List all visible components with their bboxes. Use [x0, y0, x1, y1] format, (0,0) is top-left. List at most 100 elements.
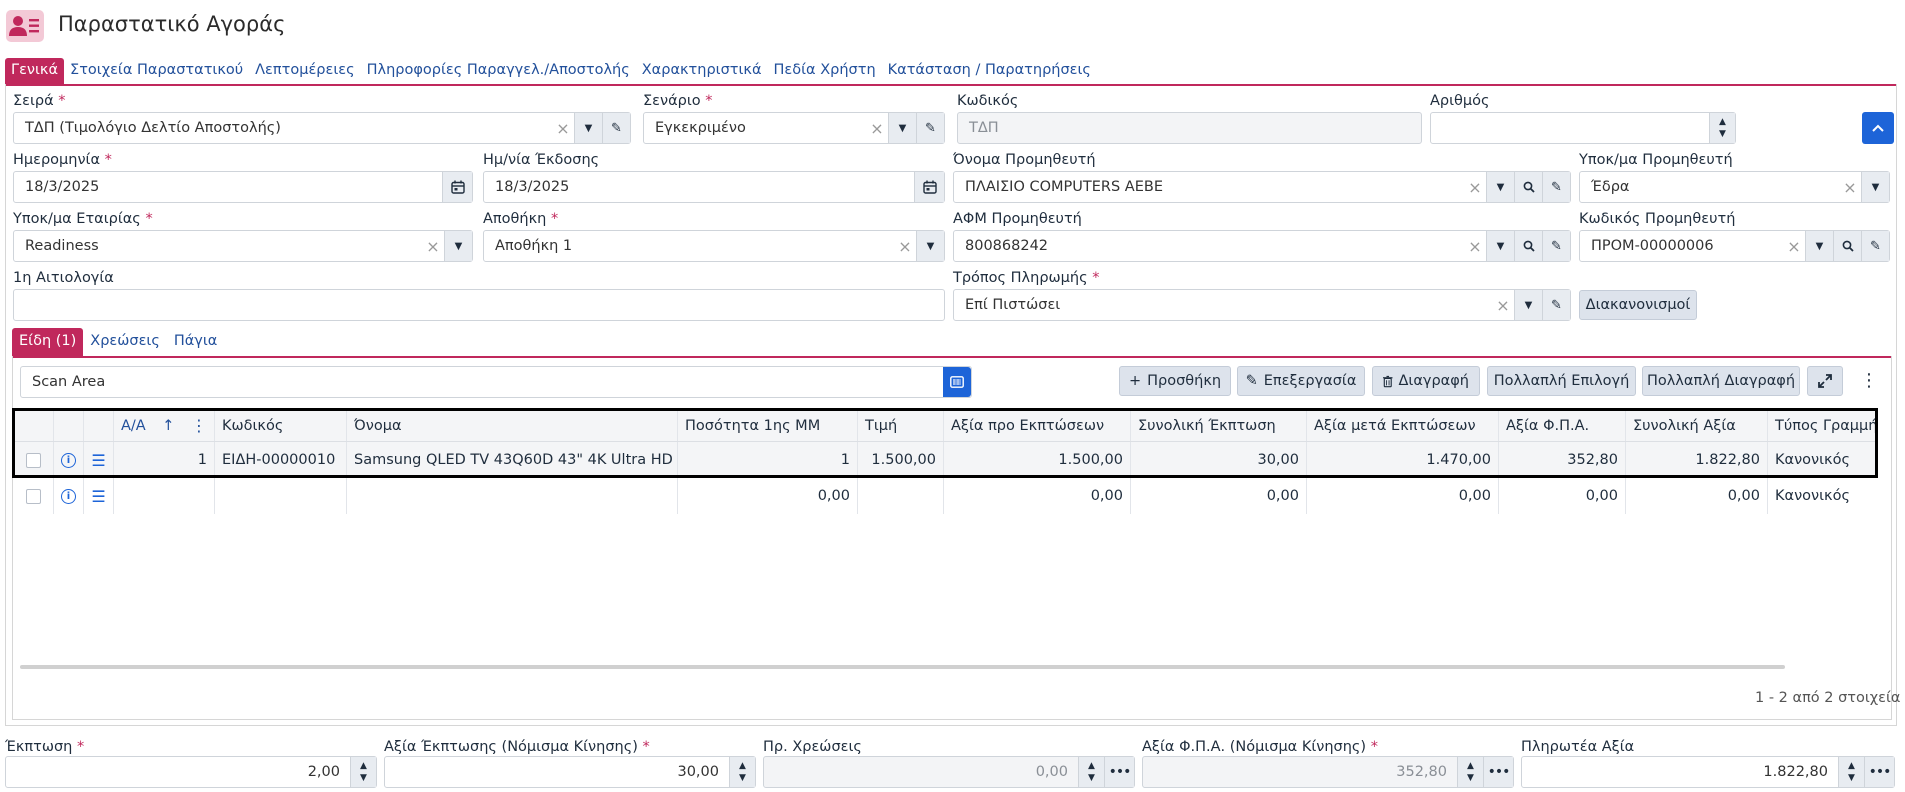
calendar-icon[interactable] — [914, 172, 944, 202]
code-value: ΤΔΠ — [969, 120, 999, 136]
chevron-down-icon[interactable]: ▼ — [1486, 172, 1514, 202]
clear-icon[interactable]: × — [1464, 172, 1486, 202]
clear-icon[interactable]: × — [866, 113, 888, 143]
scenario-field[interactable]: Εγκεκριμένο × ▼ ✎ — [643, 112, 945, 144]
tab-order-shipping[interactable]: Πληροφορίες Παραγγελ./Αποστολής — [361, 58, 636, 84]
stepper-icon[interactable]: ▲ ▼ — [729, 757, 755, 787]
reason-field[interactable] — [13, 289, 945, 321]
clear-icon[interactable]: × — [894, 231, 916, 261]
subtab-assets[interactable]: Πάγια — [167, 328, 225, 356]
selected-row-highlight — [12, 408, 1878, 478]
row-checkbox[interactable] — [14, 478, 54, 514]
more-horizontal-icon[interactable]: ••• — [1864, 757, 1894, 787]
more-vertical-icon[interactable]: ⋮ — [1860, 370, 1878, 391]
chevron-down-icon[interactable]: ▼ — [444, 231, 472, 261]
delete-button[interactable]: Διαγραφή — [1372, 366, 1480, 396]
supplier-code-field[interactable]: ΠΡΟΜ-00000006 × ▼ ✎ — [1579, 230, 1890, 262]
stepper-icon[interactable]: ▲ ▼ — [1838, 757, 1864, 787]
extra-charges-label: Πρ. Χρεώσεις — [763, 739, 862, 755]
search-icon[interactable] — [1514, 172, 1542, 202]
supplier-name-field[interactable]: ΠΛΑΙΣΙΟ COMPUTERS AEBE × ▼ ✎ — [953, 171, 1571, 203]
tab-general[interactable]: Γενικά — [5, 58, 65, 84]
warehouse-field[interactable]: Αποθήκη 1 × ▼ — [483, 230, 945, 262]
discount-amount-field[interactable]: 30,00 ▲ ▼ — [384, 756, 756, 788]
chevron-down-icon[interactable]: ▼ — [888, 113, 916, 143]
tab-details[interactable]: Λεπτομέρειες — [249, 58, 360, 84]
more-horizontal-icon[interactable]: ••• — [1483, 757, 1513, 787]
chevron-down-icon[interactable]: ▼ — [574, 113, 602, 143]
tab-user-fields[interactable]: Πεδία Χρήστη — [768, 58, 882, 84]
table-row[interactable]: i ☰ 0,00 0,00 0,00 0,00 0,00 0,00 Κανονι… — [14, 478, 1876, 514]
pencil-icon[interactable]: ✎ — [1861, 231, 1889, 261]
series-field[interactable]: ΤΔΠ (Τιμολόγιο Δελτίο Αποστολής) × ▼ ✎ — [13, 112, 631, 144]
tab-document-info[interactable]: Στοιχεία Παραστατικού — [64, 58, 249, 84]
issue-date-field[interactable]: 18/3/2025 — [483, 171, 945, 203]
delete-button-label: Διαγραφή — [1398, 373, 1469, 389]
scan-area-placeholder: Scan Area — [32, 374, 106, 390]
chevron-down-icon[interactable]: ▼ — [1861, 172, 1889, 202]
code-label: Κωδικός — [957, 93, 1019, 109]
number-label: Αριθμός — [1430, 93, 1490, 109]
chevron-down-icon[interactable]: ▼ — [1486, 231, 1514, 261]
search-icon[interactable] — [1833, 231, 1861, 261]
clear-icon[interactable]: × — [1839, 172, 1861, 202]
pencil-icon[interactable]: ✎ — [1542, 290, 1570, 320]
scan-area-input[interactable]: Scan Area — [20, 366, 972, 398]
info-icon[interactable]: i — [54, 478, 84, 514]
supplier-code-label: Κωδικός Προμηθευτή — [1579, 211, 1736, 227]
tab-status-notes[interactable]: Κατάσταση / Παρατηρήσεις — [882, 58, 1097, 84]
pencil-icon[interactable]: ✎ — [916, 113, 944, 143]
supplier-name-value: ΠΛΑΙΣΙΟ COMPUTERS AEBE — [965, 179, 1163, 195]
subtab-items[interactable]: Είδη (1) — [12, 328, 84, 356]
edit-button[interactable]: ✎ Επεξεργασία — [1237, 366, 1365, 396]
expand-button[interactable] — [1807, 366, 1843, 396]
chevron-down-icon[interactable]: ▼ — [1514, 290, 1542, 320]
chevron-down-icon[interactable]: ▼ — [1805, 231, 1833, 261]
expand-icon — [1818, 374, 1832, 388]
supplier-vat-value: 800868242 — [965, 238, 1049, 254]
supplier-vat-field[interactable]: 800868242 × ▼ ✎ — [953, 230, 1571, 262]
stepper-icon: ▲ ▼ — [1078, 757, 1104, 787]
more-horizontal-icon[interactable]: ••• — [1104, 757, 1134, 787]
extra-charges-value: 0,00 — [1035, 764, 1068, 780]
cell-line-type: Κανονικός — [1775, 488, 1850, 504]
subtab-charges[interactable]: Χρεώσεις — [83, 328, 167, 356]
pencil-icon[interactable]: ✎ — [1542, 172, 1570, 202]
clear-icon[interactable]: × — [1492, 290, 1514, 320]
clear-icon[interactable]: × — [422, 231, 444, 261]
pencil-icon[interactable]: ✎ — [602, 113, 630, 143]
search-icon[interactable] — [1514, 231, 1542, 261]
multi-delete-button[interactable]: Πολλαπλή Διαγραφή — [1642, 366, 1800, 396]
add-button[interactable]: + Προσθήκη — [1119, 366, 1231, 396]
discount-amount-label: Αξία Έκπτωσης (Νόμισμα Κίνησης) * — [384, 739, 650, 755]
barcode-scan-icon[interactable] — [943, 367, 971, 397]
cell-value-before-discount: 0,00 — [944, 478, 1131, 514]
stepper-icon[interactable]: ▲ ▼ — [1709, 113, 1735, 143]
payment-method-value: Επί Πιστώσει — [965, 297, 1061, 313]
supplier-branch-field[interactable]: Έδρα × ▼ — [1579, 171, 1890, 203]
tab-characteristics[interactable]: Χαρακτηριστικά — [636, 58, 768, 84]
stepper-icon[interactable]: ▲ ▼ — [350, 757, 376, 787]
settlements-button[interactable]: Διακανονισμοί — [1579, 290, 1697, 320]
payment-method-field[interactable]: Επί Πιστώσει × ▼ ✎ — [953, 289, 1571, 321]
date-field[interactable]: 18/3/2025 — [13, 171, 473, 203]
company-branch-field[interactable]: Readiness × ▼ — [13, 230, 473, 262]
clear-icon[interactable]: × — [552, 113, 574, 143]
horizontal-scrollbar[interactable] — [20, 665, 1785, 669]
pencil-icon[interactable]: ✎ — [1542, 231, 1570, 261]
number-field[interactable]: ▲ ▼ — [1430, 112, 1736, 144]
collapse-button[interactable] — [1862, 112, 1894, 144]
row-menu-icon[interactable]: ☰ — [84, 478, 114, 514]
code-field: ΤΔΠ — [957, 112, 1422, 144]
reason-label: 1η Αιτιολογία — [13, 270, 114, 286]
payable-amount-field[interactable]: 1.822,80 ▲ ▼ ••• — [1521, 756, 1895, 788]
clear-icon[interactable]: × — [1783, 231, 1805, 261]
calendar-icon[interactable] — [442, 172, 472, 202]
clear-icon[interactable]: × — [1464, 231, 1486, 261]
stepper-icon: ▲ ▼ — [1457, 757, 1483, 787]
discount-field[interactable]: 2,00 ▲ ▼ — [5, 756, 377, 788]
cell-total-discount: 0,00 — [1131, 478, 1307, 514]
chevron-down-icon[interactable]: ▼ — [916, 231, 944, 261]
multi-select-button[interactable]: Πολλαπλή Επιλογή — [1487, 366, 1636, 396]
issue-date-value: 18/3/2025 — [495, 179, 570, 195]
